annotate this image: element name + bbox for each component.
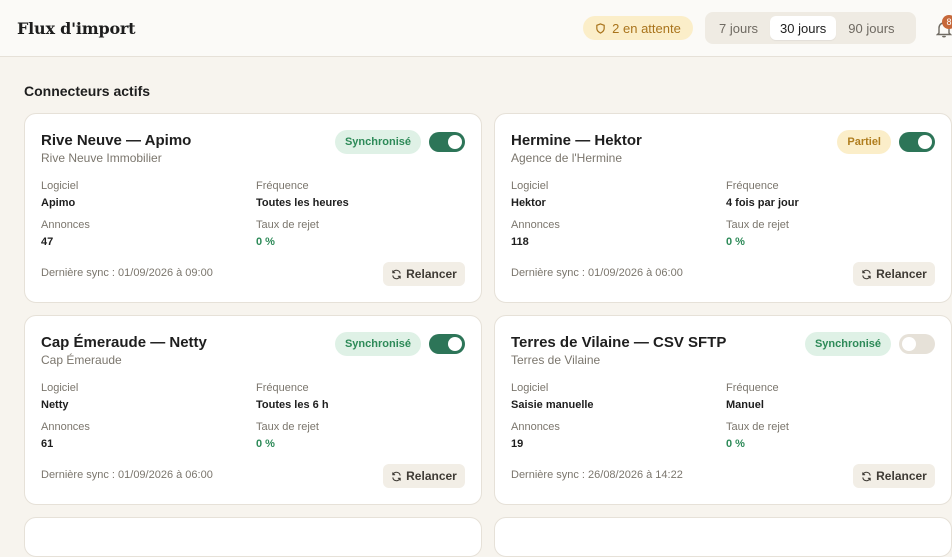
software-label: Logiciel bbox=[41, 382, 79, 394]
status-badge: Synchronisé bbox=[804, 332, 891, 356]
toggle-knob bbox=[448, 135, 462, 149]
listings-label: Annonces bbox=[41, 219, 90, 231]
frequency-value: Toutes les 6 h bbox=[256, 399, 329, 411]
listings-label: Annonces bbox=[511, 219, 560, 231]
pending-badge[interactable]: 2 en attente bbox=[583, 16, 693, 40]
notification-badge: 8 bbox=[942, 15, 952, 29]
relaunch-label: Relancer bbox=[406, 267, 457, 281]
status-badge: Synchronisé bbox=[334, 130, 421, 154]
frequency-value: 4 fois par jour bbox=[726, 197, 799, 209]
shield-icon bbox=[596, 22, 605, 34]
period-selector: 7 jours 30 jours 90 jours bbox=[705, 12, 916, 44]
toggle-knob bbox=[902, 337, 916, 351]
connector-card-partial bbox=[24, 517, 482, 557]
relaunch-label: Relancer bbox=[876, 469, 927, 483]
connector-title: Rive Neuve — Apimo bbox=[41, 132, 192, 149]
reject-rate-label: Taux de rejet bbox=[726, 421, 789, 433]
connector-toggle[interactable] bbox=[899, 334, 935, 354]
connector-agency: Rive Neuve Immobilier bbox=[41, 151, 162, 165]
reject-rate-value: 0 % bbox=[256, 236, 275, 248]
frequency-label: Fréquence bbox=[256, 382, 309, 394]
connector-agency: Terres de Vilaine bbox=[511, 353, 601, 367]
refresh-icon bbox=[862, 471, 871, 481]
pending-label: 2 en attente bbox=[612, 20, 681, 36]
reject-rate-label: Taux de rejet bbox=[256, 421, 319, 433]
toggle-knob bbox=[448, 337, 462, 351]
connector-title: Hermine — Hektor bbox=[511, 132, 642, 149]
listings-label: Annonces bbox=[511, 421, 560, 433]
frequency-label: Fréquence bbox=[726, 180, 779, 192]
reject-rate-value: 0 % bbox=[256, 438, 275, 450]
refresh-icon bbox=[392, 269, 401, 279]
last-sync: Dernière sync : 01/09/2026 à 06:00 bbox=[511, 267, 683, 279]
listings-label: Annonces bbox=[41, 421, 90, 433]
relaunch-button[interactable]: Relancer bbox=[383, 464, 465, 488]
last-sync: Dernière sync : 26/08/2026 à 14:22 bbox=[511, 469, 683, 481]
period-7-days[interactable]: 7 jours bbox=[709, 16, 768, 40]
software-value: Apimo bbox=[41, 197, 76, 209]
relaunch-button[interactable]: Relancer bbox=[853, 262, 935, 286]
listings-value: 19 bbox=[511, 438, 524, 450]
software-value: Saisie manuelle bbox=[511, 399, 594, 411]
connector-card: Hermine — Hektor Agence de l'Hermine Par… bbox=[494, 113, 952, 303]
page-title: Flux d'import bbox=[17, 19, 136, 38]
connector-card: Rive Neuve — Apimo Rive Neuve Immobilier… bbox=[24, 113, 482, 303]
connector-card-partial bbox=[494, 517, 952, 557]
frequency-value: Manuel bbox=[726, 399, 764, 411]
connector-agency: Agence de l'Hermine bbox=[511, 151, 623, 165]
period-90-days[interactable]: 90 jours bbox=[838, 16, 904, 40]
reject-rate-label: Taux de rejet bbox=[256, 219, 319, 231]
toggle-knob bbox=[918, 135, 932, 149]
reject-rate-value: 0 % bbox=[726, 236, 745, 248]
refresh-icon bbox=[392, 471, 401, 481]
connector-agency: Cap Émeraude bbox=[41, 353, 122, 367]
software-value: Hektor bbox=[511, 197, 546, 209]
relaunch-button[interactable]: Relancer bbox=[383, 262, 465, 286]
software-label: Logiciel bbox=[511, 382, 549, 394]
frequency-label: Fréquence bbox=[256, 180, 309, 192]
last-sync: Dernière sync : 01/09/2026 à 06:00 bbox=[41, 469, 213, 481]
refresh-icon bbox=[862, 269, 871, 279]
connector-toggle[interactable] bbox=[429, 334, 465, 354]
status-badge: Partiel bbox=[837, 130, 891, 154]
top-bar: Flux d'import 2 en attente 7 jours 30 jo… bbox=[0, 0, 952, 57]
connector-card: Terres de Vilaine — CSV SFTP Terres de V… bbox=[494, 315, 952, 505]
connector-card: Cap Émeraude — Netty Cap Émeraude Synchr… bbox=[24, 315, 482, 505]
connector-title: Terres de Vilaine — CSV SFTP bbox=[511, 334, 727, 351]
relaunch-button[interactable]: Relancer bbox=[853, 464, 935, 488]
listings-value: 61 bbox=[41, 438, 54, 450]
period-30-days[interactable]: 30 jours bbox=[770, 16, 837, 40]
section-title: Connecteurs actifs bbox=[24, 83, 151, 99]
frequency-value: Toutes les heures bbox=[256, 197, 349, 209]
relaunch-label: Relancer bbox=[406, 469, 457, 483]
listings-value: 47 bbox=[41, 236, 54, 248]
relaunch-label: Relancer bbox=[876, 267, 927, 281]
listings-value: 118 bbox=[511, 236, 529, 248]
connector-toggle[interactable] bbox=[429, 132, 465, 152]
status-badge: Synchronisé bbox=[334, 332, 421, 356]
frequency-label: Fréquence bbox=[726, 382, 779, 394]
reject-rate-label: Taux de rejet bbox=[726, 219, 789, 231]
connector-title: Cap Émeraude — Netty bbox=[41, 334, 207, 351]
software-label: Logiciel bbox=[511, 180, 549, 192]
software-value: Netty bbox=[41, 399, 69, 411]
connector-toggle[interactable] bbox=[899, 132, 935, 152]
last-sync: Dernière sync : 01/09/2026 à 09:00 bbox=[41, 267, 213, 279]
reject-rate-value: 0 % bbox=[726, 438, 745, 450]
software-label: Logiciel bbox=[41, 180, 79, 192]
